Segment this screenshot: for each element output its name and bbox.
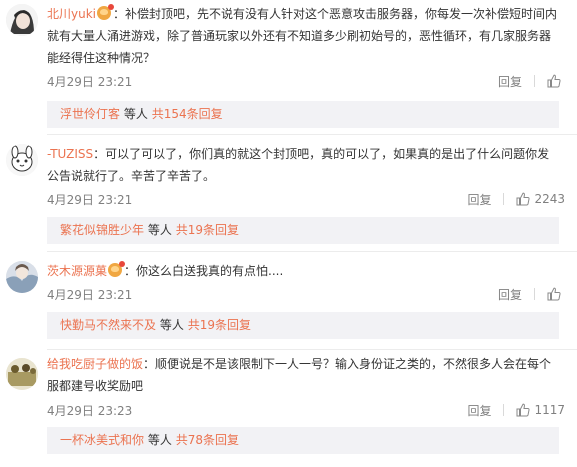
comment-3: 茨木源源菓 ：你这么白送我真的有点怕.... 4月29日 23:21 回复 快勤马…	[0, 257, 577, 341]
reply-user[interactable]: 一杯冰美式和你	[60, 433, 144, 447]
avatar[interactable]	[6, 261, 38, 293]
comment-actions: 回复 2243	[467, 190, 565, 208]
divider	[47, 349, 577, 350]
reply-button[interactable]: 回复	[467, 191, 491, 208]
vip-badge-icon	[97, 4, 114, 20]
like-button[interactable]	[547, 287, 565, 301]
comment-1: 北川yuki ：补偿封顶吧，先不说有没有人针对这个恶意攻击服务器，你每发一次补偿短…	[0, 0, 577, 128]
username[interactable]: -TUZISS	[47, 147, 93, 161]
divider	[534, 288, 535, 300]
reply-button[interactable]: 回复	[498, 286, 522, 303]
sub-replies[interactable]: 一杯冰美式和你 等人 共78条回复	[47, 427, 559, 454]
username[interactable]: 茨木源源菓	[47, 264, 107, 278]
avatar[interactable]	[6, 144, 38, 176]
timestamp: 4月29日 23:23	[47, 404, 133, 418]
comment-text: -TUZISS：可以了可以了，你们真的就这个封顶吧，真的可以了，如果真的是出了什…	[47, 143, 559, 187]
thumbs-up-icon	[516, 192, 530, 206]
comment-body: ：你这么白送我真的有点怕....	[124, 264, 284, 278]
timestamp: 4月29日 23:21	[47, 193, 133, 207]
comment-actions: 回复	[498, 285, 565, 303]
comment-2: -TUZISS：可以了可以了，你们真的就这个封顶吧，真的可以了，如果真的是出了什…	[0, 140, 577, 244]
like-count: 2243	[534, 192, 565, 206]
more-replies-link[interactable]: 共78条回复	[176, 433, 239, 447]
timestamp: 4月29日 23:21	[47, 75, 133, 89]
like-button[interactable]: 2243	[516, 192, 565, 206]
divider	[503, 404, 505, 416]
vip-badge-icon	[108, 261, 126, 277]
reply-middle: 等人	[147, 223, 172, 237]
reply-button[interactable]: 回复	[467, 402, 491, 419]
reply-middle: 等人	[147, 433, 172, 447]
comment-actions: 回复	[498, 72, 565, 90]
sub-replies[interactable]: 繁花似锦胜少年 等人 共19条回复	[47, 217, 559, 244]
like-count: 1117	[534, 403, 565, 417]
reply-middle: 等人	[123, 107, 148, 121]
username[interactable]: 北川yuki	[47, 7, 96, 21]
like-button[interactable]	[547, 74, 565, 88]
more-replies-link[interactable]: 共154条回复	[152, 107, 223, 121]
avatar[interactable]	[6, 358, 38, 390]
thumbs-up-icon	[547, 74, 561, 88]
username[interactable]: 给我吃厨子做的饭	[47, 357, 143, 371]
sub-replies[interactable]: 浮世伶仃客 等人 共154条回复	[47, 101, 559, 128]
reply-user[interactable]: 繁花似锦胜少年	[60, 223, 144, 237]
comment-text: 给我吃厨子做的饭：顺便说是不是该限制下一人一号？输入身份证之类的，不然很多人会在…	[47, 353, 559, 397]
comment-4: 给我吃厨子做的饭：顺便说是不是该限制下一人一号？输入身份证之类的，不然很多人会在…	[0, 354, 577, 467]
more-replies-link[interactable]: 共19条回复	[176, 223, 239, 237]
comment-body: ：补偿封顶吧，先不说有没有人针对这个恶意攻击服务器，你每发一次补偿短时间内就有大…	[47, 7, 558, 65]
sub-replies[interactable]: 快勤马不然来不及 等人 共19条回复	[47, 312, 559, 339]
divider	[534, 75, 535, 87]
more-replies-link[interactable]: 共19条回复	[188, 318, 251, 332]
comment-text: 北川yuki ：补偿封顶吧，先不说有没有人针对这个恶意攻击服务器，你每发一次补偿短…	[47, 3, 559, 69]
thumbs-up-icon	[547, 287, 561, 301]
reply-user[interactable]: 浮世伶仃客	[60, 107, 120, 121]
reply-middle: 等人	[159, 318, 184, 332]
comment-text: 茨木源源菓 ：你这么白送我真的有点怕....	[47, 260, 559, 282]
divider	[47, 251, 577, 252]
comment-body: ：可以了可以了，你们真的就这个封顶吧，真的可以了，如果真的是出了什么问题你发公告…	[47, 147, 550, 183]
timestamp: 4月29日 23:21	[47, 288, 133, 302]
reply-button[interactable]: 回复	[498, 73, 522, 90]
like-button[interactable]: 1117	[516, 403, 565, 417]
divider	[503, 193, 505, 205]
thumbs-up-icon	[516, 403, 530, 417]
comment-actions: 回复 1117	[467, 401, 565, 419]
divider	[47, 134, 577, 135]
avatar[interactable]	[6, 4, 38, 36]
reply-user[interactable]: 快勤马不然来不及	[60, 318, 156, 332]
